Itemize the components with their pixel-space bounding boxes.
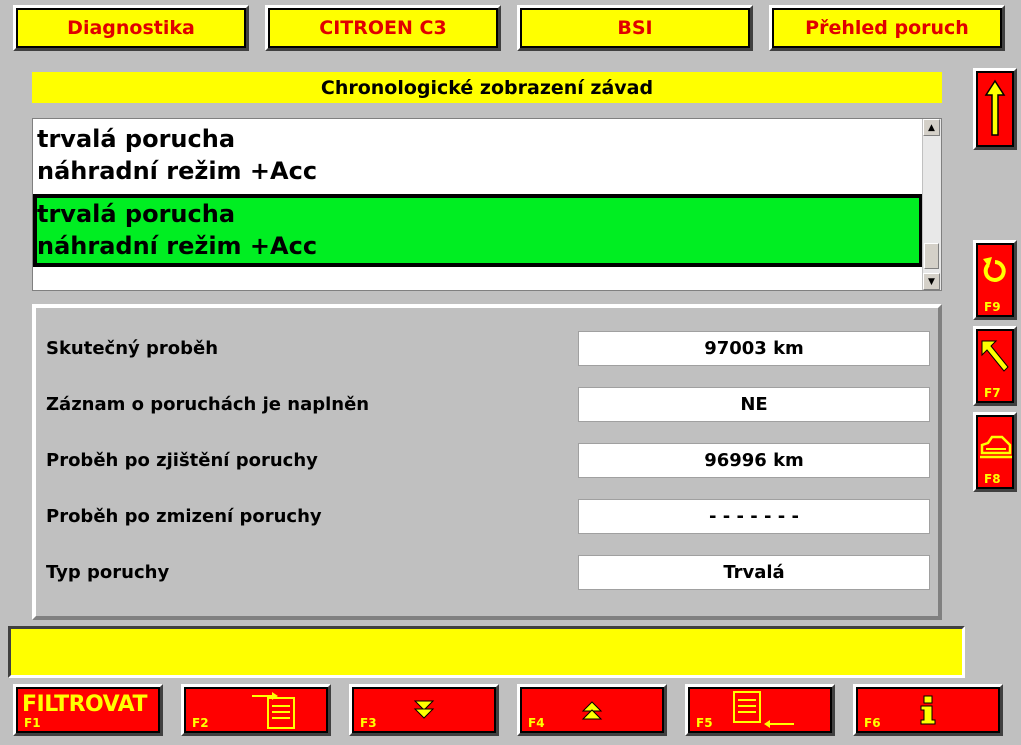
function-key-label: F1 xyxy=(24,716,41,730)
tab-fault-overview[interactable]: Přehled poruch xyxy=(769,5,1005,51)
function-key-label: F7 xyxy=(984,386,1001,400)
arrow-up-icon xyxy=(984,79,1006,136)
tab-label: Diagnostika xyxy=(67,17,195,39)
detail-value: Trvalá xyxy=(578,555,930,590)
tab-diagnostika[interactable]: Diagnostika xyxy=(13,5,249,51)
refresh-button[interactable]: F9 xyxy=(973,240,1017,320)
detail-value: 96996 km xyxy=(578,443,930,478)
filter-button-label: FILTROVAT xyxy=(22,692,148,717)
scroll-up-icon[interactable]: ▲ xyxy=(923,119,940,136)
function-key-label: F3 xyxy=(360,716,377,730)
detail-value: - - - - - - - xyxy=(578,499,930,534)
car-icon xyxy=(980,435,1012,459)
fault-type: trvalá porucha xyxy=(37,200,236,228)
double-arrow-down-icon xyxy=(413,700,435,719)
filter-button[interactable]: FILTROVAT F1 xyxy=(13,684,163,736)
detail-label: Proběh po zjištění poruchy xyxy=(46,450,318,471)
page-title: Chronologické zobrazení závad xyxy=(32,72,942,103)
next-down-button[interactable]: F3 xyxy=(349,684,499,736)
double-arrow-up-icon xyxy=(581,701,603,720)
function-key-label: F4 xyxy=(528,716,545,730)
list-scrollbar[interactable]: ▲ ▼ xyxy=(922,119,941,290)
tab-ecu[interactable]: BSI xyxy=(517,5,753,51)
tab-vehicle[interactable]: CITROEN C3 xyxy=(265,5,501,51)
home-button[interactable]: F8 xyxy=(973,412,1017,492)
back-button[interactable]: F7 xyxy=(973,326,1017,406)
scroll-down-icon[interactable]: ▼ xyxy=(923,273,940,290)
fault-details-panel: Skutečný proběh 97003 km Záznam o poruch… xyxy=(32,304,942,620)
list-export-icon xyxy=(252,692,295,729)
detail-label: Skutečný proběh xyxy=(46,338,219,359)
refresh-icon xyxy=(983,257,1006,282)
status-bar xyxy=(8,626,965,678)
function-key-label: F5 xyxy=(696,716,713,730)
fault-list[interactable]: trvalá porucha náhradní režim +Acc trval… xyxy=(32,118,942,291)
detail-label: Typ poruchy xyxy=(46,562,170,583)
function-key-label: F9 xyxy=(984,300,1001,314)
arrow-up-left-icon xyxy=(981,340,1009,372)
detail-label: Proběh po zmizení poruchy xyxy=(46,506,322,527)
fault-list-item[interactable]: trvalá porucha náhradní režim +Acc xyxy=(33,123,923,187)
info-button[interactable]: F6 xyxy=(853,684,1003,736)
detail-label: Záznam o poruchách je naplněn xyxy=(46,394,370,415)
function-key-label: F6 xyxy=(864,716,881,730)
fault-mode: náhradní režim +Acc xyxy=(37,157,318,185)
tab-label: Přehled poruch xyxy=(805,17,969,39)
function-key-label: F2 xyxy=(192,716,209,730)
fault-mode: náhradní režim +Acc xyxy=(37,232,318,260)
export-list-button[interactable]: F2 xyxy=(181,684,331,736)
info-icon xyxy=(920,695,936,725)
import-list-button[interactable]: F5 xyxy=(685,684,835,736)
fault-list-item-selected[interactable]: trvalá porucha náhradní režim +Acc xyxy=(33,194,923,267)
fault-type: trvalá porucha xyxy=(37,125,236,153)
detail-value: NE xyxy=(578,387,930,422)
tab-label: CITROEN C3 xyxy=(319,17,447,39)
scroll-up-button[interactable] xyxy=(973,68,1017,150)
list-import-icon xyxy=(733,691,794,728)
detail-value: 97003 km xyxy=(578,331,930,366)
scroll-thumb[interactable] xyxy=(924,243,939,269)
tab-label: BSI xyxy=(617,17,653,39)
previous-up-button[interactable]: F4 xyxy=(517,684,667,736)
function-key-label: F8 xyxy=(984,472,1001,486)
